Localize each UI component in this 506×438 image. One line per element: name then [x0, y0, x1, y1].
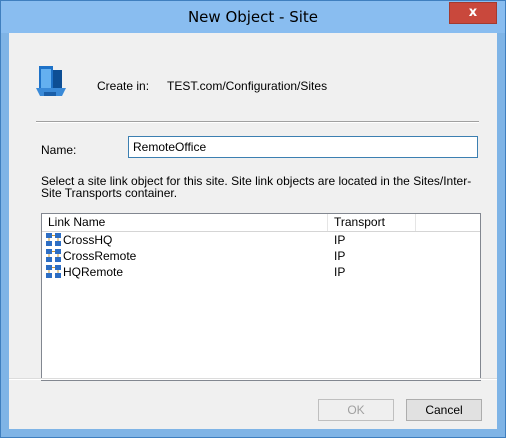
transport-cell: IP [334, 265, 346, 279]
cancel-button[interactable]: Cancel [406, 399, 482, 421]
description-text: Select a site link object for this site.… [41, 174, 472, 200]
site-link-icon [46, 249, 61, 262]
divider [36, 121, 479, 123]
link-name-cell: HQRemote [46, 264, 123, 280]
column-header-transport[interactable]: Transport [328, 214, 416, 231]
create-in-path: TEST.com/Configuration/Sites [167, 79, 328, 93]
site-link-icon [46, 233, 61, 246]
dialog-body: Create in: TEST.com/Configuration/Sites … [9, 33, 497, 429]
list-header: Link Name Transport [42, 214, 480, 232]
link-name: CrossHQ [63, 233, 113, 247]
table-row[interactable]: CrossHQ IP [42, 232, 480, 248]
site-link-list[interactable]: Link Name Transport CrossHQ IP CrossRemo… [41, 213, 481, 381]
link-name-cell: CrossRemote [46, 248, 136, 264]
transport-cell: IP [334, 249, 346, 263]
footer-divider [9, 378, 497, 380]
link-name: CrossRemote [63, 249, 137, 263]
column-header-link-name[interactable]: Link Name [42, 214, 328, 231]
create-in-label: Create in: [97, 79, 150, 93]
close-button[interactable]: x [449, 2, 497, 24]
site-link-icon [46, 265, 61, 278]
site-icon [36, 64, 66, 101]
dialog-window: New Object - Site x Create in: TEST.com/… [0, 0, 506, 438]
link-name-cell: CrossHQ [46, 232, 112, 248]
name-input[interactable] [128, 136, 478, 158]
name-label: Name: [41, 143, 77, 157]
link-name: HQRemote [63, 265, 124, 279]
table-row[interactable]: CrossRemote IP [42, 248, 480, 264]
transport-cell: IP [334, 233, 346, 247]
table-row[interactable]: HQRemote IP [42, 264, 480, 280]
window-title: New Object - Site [187, 8, 319, 26]
title-bar[interactable]: New Object - Site x [1, 1, 505, 33]
ok-button[interactable]: OK [318, 399, 394, 421]
